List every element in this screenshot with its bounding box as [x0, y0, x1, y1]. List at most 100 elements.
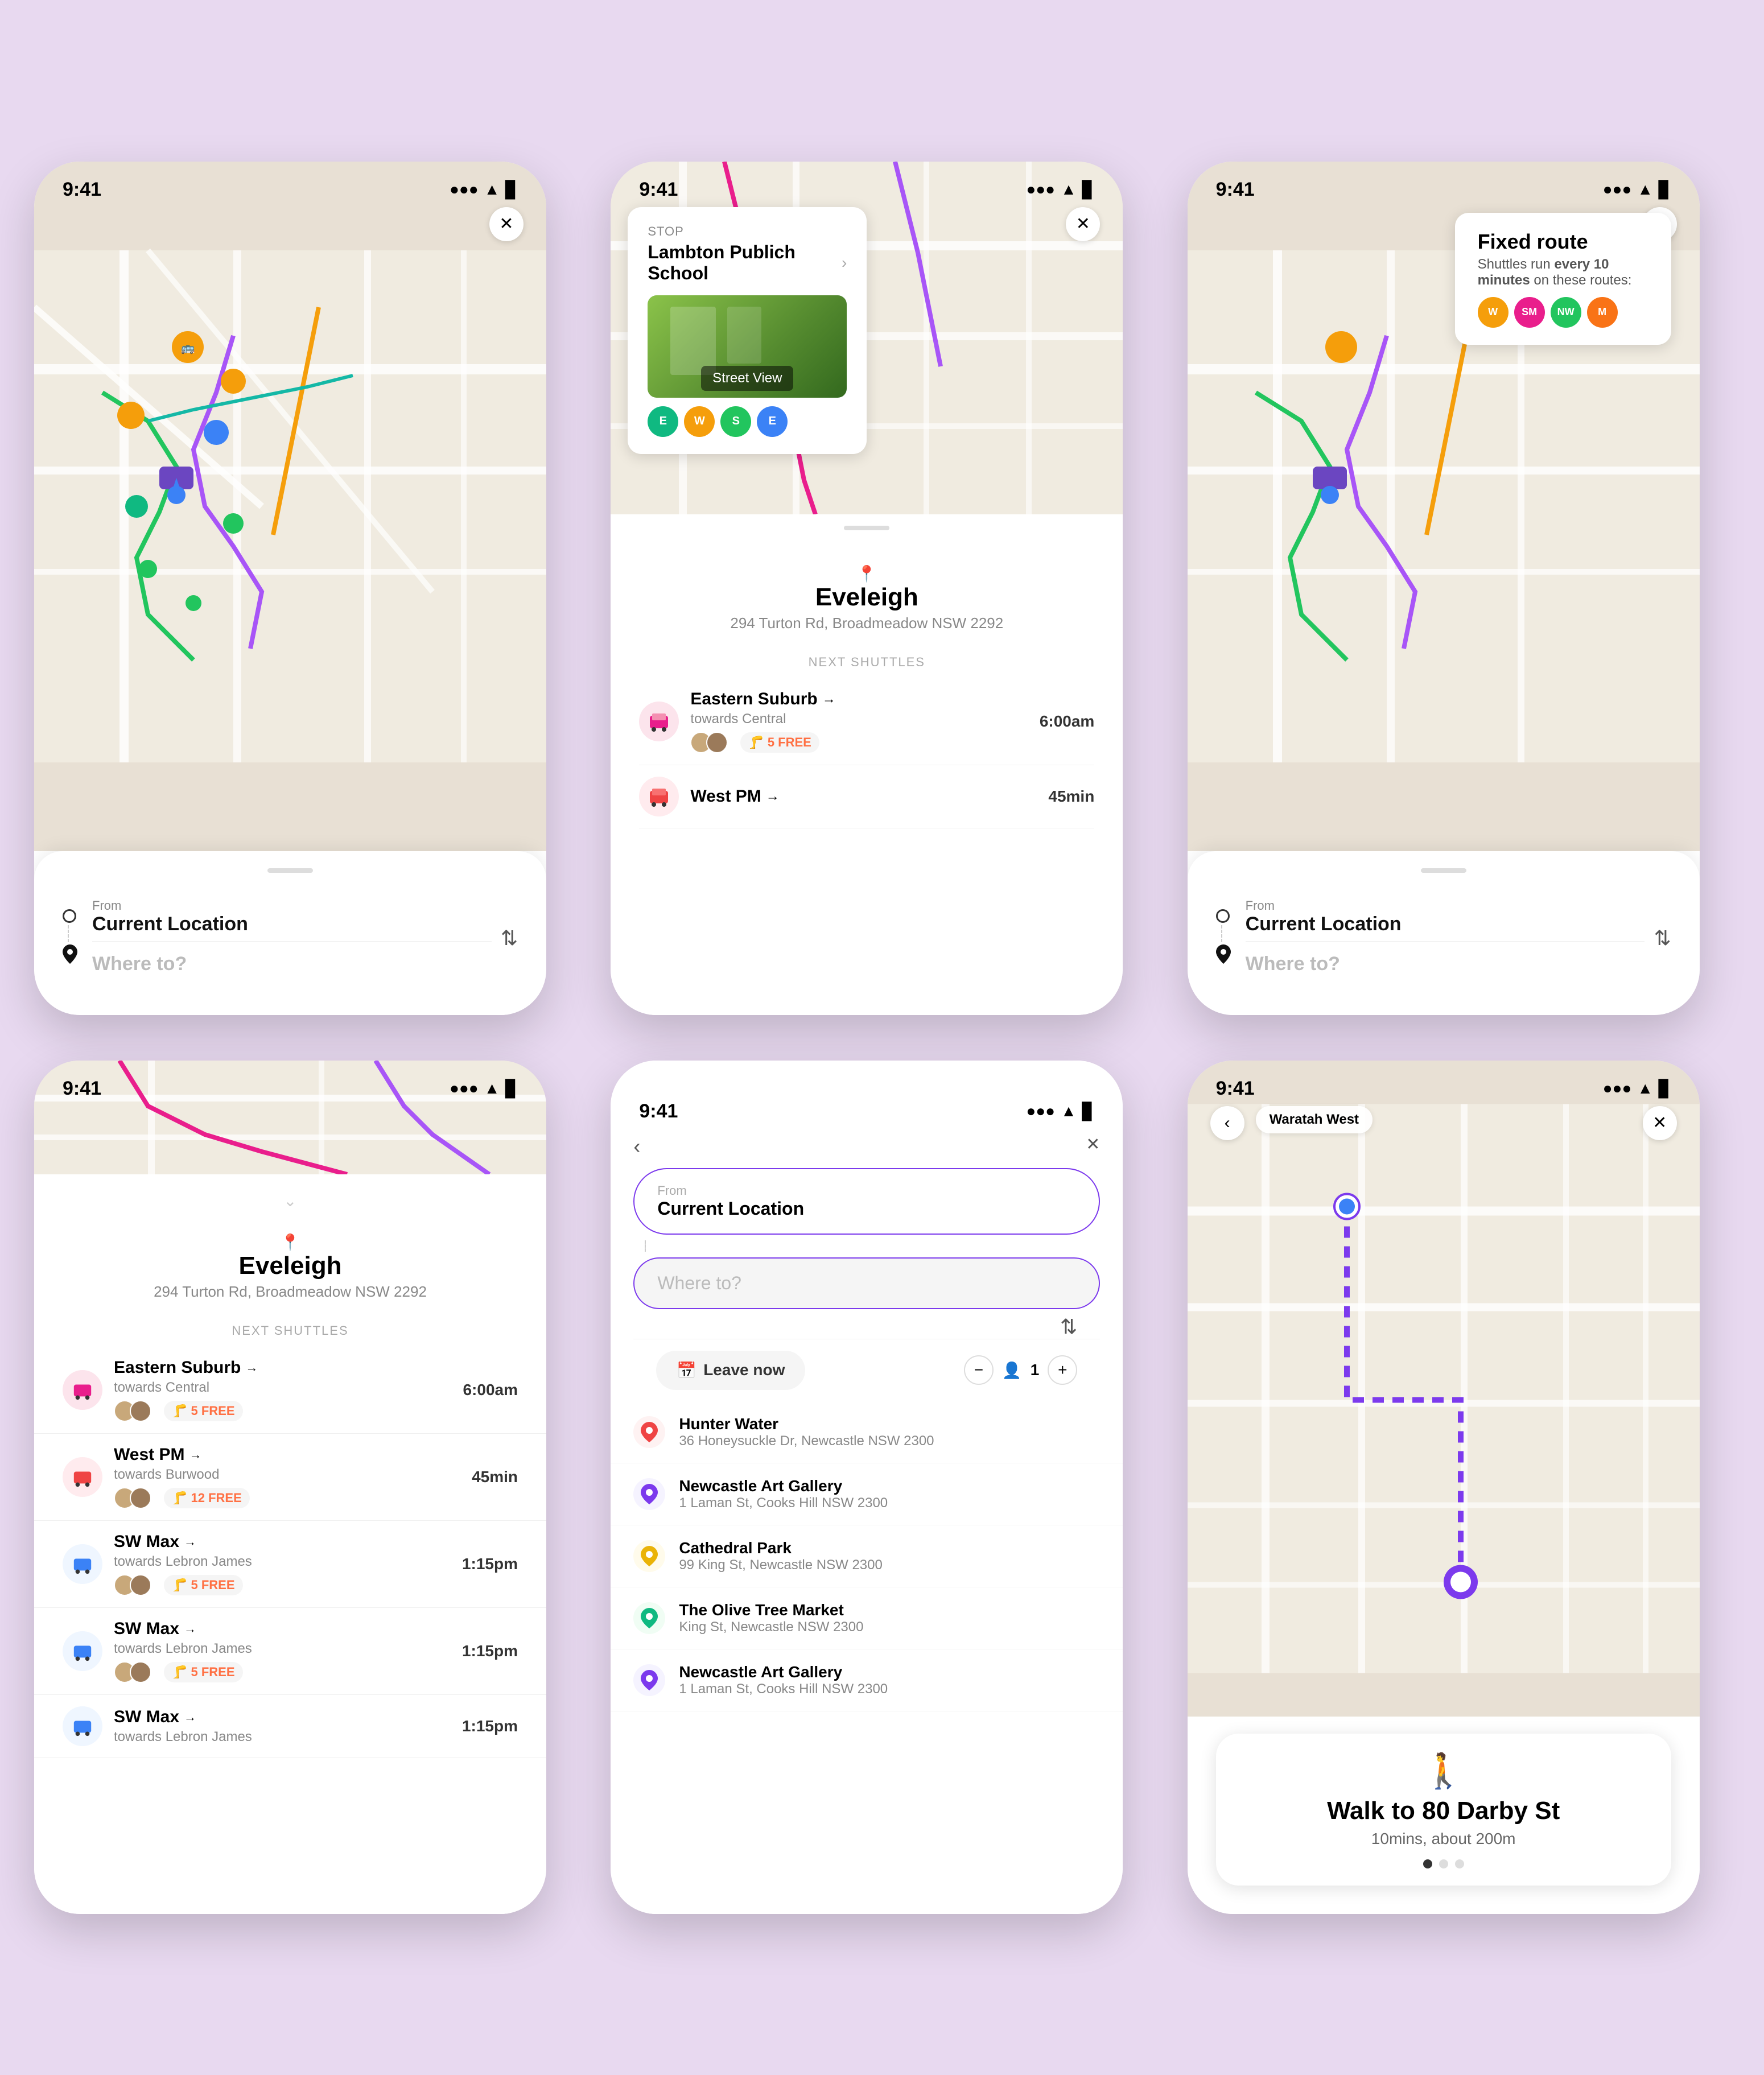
eveleigh-name-2: Eveleigh — [639, 583, 1094, 612]
shuttle-4-free-1: 🦵 5 FREE — [164, 1401, 243, 1421]
badge-w: W — [684, 406, 715, 437]
time-6: 9:41 — [1216, 1078, 1255, 1100]
fixed-route-sub: Shuttles run every 10 minutes on these r… — [1478, 257, 1648, 288]
shuttle-towards-1: towards Central — [690, 711, 1028, 727]
close-button-2[interactable]: ✕ — [1066, 207, 1100, 241]
shuttle-4-info-5: SW Max → towards Lebron James — [114, 1707, 451, 1745]
eveleigh-header-4: 📍 Eveleigh 294 Turton Rd, Broadmeadow NS… — [63, 1216, 518, 1312]
from-value-3: Current Location — [1246, 913, 1645, 935]
shuttle-meta-1: 🦵 5 FREE — [690, 732, 1028, 753]
stop-label: Stop — [648, 224, 847, 239]
pax-plus[interactable]: + — [1048, 1355, 1077, 1385]
suggestion-3[interactable]: Cathedral Park 99 King St, Newcastle NSW… — [611, 1525, 1123, 1587]
suggestion-text-1: Hunter Water 36 Honeysuckle Dr, Newcastl… — [679, 1415, 934, 1449]
eveleigh-section-4: ⌄ 📍 Eveleigh 294 Turton Rd, Broadmeadow … — [34, 1174, 546, 1338]
map-4: 9:41 ●●● ▲ ▊ — [34, 1061, 546, 1174]
shuttle-4-meta-1: 🦵 5 FREE — [114, 1400, 451, 1422]
shuttle-scroll-4[interactable]: ⌄ 📍 Eveleigh 294 Turton Rd, Broadmeadow … — [34, 1174, 546, 1914]
from-value-1: Current Location — [92, 913, 492, 935]
swap-button-5[interactable]: ⇅ — [1060, 1315, 1077, 1339]
suggestion-name-4: The Olive Tree Market — [679, 1601, 863, 1619]
panel-handle-3 — [1421, 868, 1466, 873]
battery-icon-5: ▊ — [1082, 1102, 1095, 1121]
suggestion-5[interactable]: Newcastle Art Gallery 1 Laman St, Cooks … — [611, 1649, 1123, 1711]
route-badges-stop: E W S E — [648, 406, 847, 437]
suggestion-1[interactable]: Hunter Water 36 Honeysuckle Dr, Newcastl… — [611, 1401, 1123, 1463]
shuttle-icon-2 — [639, 777, 679, 816]
walk-section: 🚶 Walk to 80 Darby St 10mins, about 200m — [1188, 1717, 1700, 1914]
shuttle-row-1: Eastern Suburb → towards Central 🦵 5 FRE… — [639, 678, 1094, 765]
stop-popup: Stop Lambton Publich School › Street Vie… — [628, 207, 867, 454]
shuttle-4-info-3: SW Max → towards Lebron James 🦵 5 FREE — [114, 1532, 451, 1596]
close-button-1[interactable]: ✕ — [489, 207, 524, 241]
suggestion-4[interactable]: The Olive Tree Market King St, Newcastle… — [611, 1587, 1123, 1649]
wifi-icon-4: ▲ — [484, 1079, 500, 1098]
from-box-5[interactable]: From Current Location — [633, 1168, 1100, 1235]
shuttle-4-4[interactable]: SW Max → towards Lebron James 🦵 5 FREE 1… — [34, 1608, 546, 1695]
suggestion-icon-4 — [633, 1602, 665, 1634]
next-shuttles-label-4: NEXT SHUTTLES — [63, 1323, 518, 1338]
shuttle-row-2-partial: West PM → 45min — [639, 765, 1094, 828]
map-2: 9:41 ●●● ▲ ▊ — [611, 162, 1123, 514]
location-pin-icon-4: 📍 — [63, 1233, 518, 1252]
shuttle-4-time-2: 45min — [472, 1468, 518, 1486]
back-btn-5[interactable]: ‹ — [633, 1135, 640, 1158]
close-btn-6[interactable]: ✕ — [1643, 1106, 1677, 1140]
suggestion-2[interactable]: Newcastle Art Gallery 1 Laman St, Cooks … — [611, 1463, 1123, 1525]
shuttle-4-free-2: 🦵 12 FREE — [164, 1488, 250, 1508]
street-view-label[interactable]: Street View — [701, 366, 793, 391]
map-1: 9:41 ●●● ▲ ▊ — [34, 162, 546, 851]
shuttle-4-2[interactable]: West PM → towards Burwood 🦵 12 FREE 45mi… — [34, 1434, 546, 1521]
bottom-panel-3: From Current Location Where to? ⇅ — [1188, 851, 1700, 1015]
badge-w-fixed: W — [1478, 297, 1509, 328]
stop-arrow[interactable]: › — [842, 254, 847, 272]
suggestion-icon-3 — [633, 1540, 665, 1572]
wifi-icon-5: ▲ — [1061, 1102, 1077, 1120]
to-placeholder-3[interactable]: Where to? — [1246, 947, 1645, 978]
shuttle-4-icon-4 — [63, 1631, 102, 1671]
badge-e: E — [648, 406, 678, 437]
suggestion-text-3: Cathedral Park 99 King St, Newcastle NSW… — [679, 1539, 883, 1573]
suggestion-text-2: Newcastle Art Gallery 1 Laman St, Cooks … — [679, 1477, 888, 1511]
shuttle-4-3[interactable]: SW Max → towards Lebron James 🦵 5 FREE 1… — [34, 1521, 546, 1608]
calendar-icon: 📅 — [677, 1361, 696, 1380]
from-dot-3 — [1216, 909, 1230, 923]
phone-6: 9:41 ●●● ▲ ▊ — [1188, 1061, 1700, 1914]
suggestion-addr-3: 99 King St, Newcastle NSW 2300 — [679, 1557, 883, 1573]
shuttle-4-towards-3: towards Lebron James — [114, 1554, 451, 1570]
eveleigh-address-4: 294 Turton Rd, Broadmeadow NSW 2292 — [63, 1283, 518, 1301]
pax-icon: 👤 — [1002, 1361, 1022, 1380]
shuttle-4-icon-2 — [63, 1457, 102, 1497]
close-btn-5[interactable]: ✕ — [1086, 1135, 1100, 1154]
shuttle-4-name-5: SW Max — [114, 1707, 179, 1727]
suggestion-addr-2: 1 Laman St, Cooks Hill NSW 2300 — [679, 1495, 888, 1511]
avatar-4-stack-4 — [114, 1661, 146, 1683]
phone-2: 9:41 ●●● ▲ ▊ — [611, 162, 1123, 1015]
to-box-5[interactable]: Where to? — [633, 1257, 1100, 1309]
pax-control: − 👤 1 + — [964, 1355, 1077, 1385]
app-container: 9:41 ●●● ▲ ▊ — [0, 116, 1764, 1960]
leave-now-button[interactable]: 📅 Leave now — [656, 1351, 805, 1390]
avatar-4-stack-2 — [114, 1487, 146, 1509]
from-dot — [63, 909, 76, 923]
wifi-icon: ▲ — [484, 180, 500, 199]
status-bar-3: 9:41 ●●● ▲ ▊ — [1188, 162, 1700, 207]
avatar-stack-1 — [690, 732, 722, 753]
battery-icon-4: ▊ — [505, 1079, 518, 1098]
badge-m-fixed: M — [1587, 297, 1618, 328]
pax-minus[interactable]: − — [964, 1355, 994, 1385]
stop-name: Lambton Publich School — [648, 242, 807, 284]
to-placeholder-1[interactable]: Where to? — [92, 947, 492, 978]
shuttle-4-5[interactable]: SW Max → towards Lebron James 1:15pm — [34, 1695, 546, 1758]
back-btn-6[interactable]: ‹ — [1210, 1106, 1244, 1140]
walk-title: Walk to 80 Darby St — [1239, 1797, 1648, 1825]
map-svg-1: 🚌 — [34, 162, 546, 851]
swap-button-3[interactable]: ⇅ — [1654, 926, 1671, 950]
shuttle-4-1[interactable]: Eastern Suburb → towards Central 🦵 5 FRE… — [34, 1347, 546, 1434]
to-pin — [63, 944, 77, 967]
shuttle-info-2: West PM → — [690, 787, 1037, 806]
shuttle-time-2: 45min — [1048, 787, 1094, 806]
swap-button-1[interactable]: ⇅ — [501, 926, 518, 950]
shuttle-4-name-4: SW Max — [114, 1619, 179, 1639]
badge-e2: E — [757, 406, 788, 437]
